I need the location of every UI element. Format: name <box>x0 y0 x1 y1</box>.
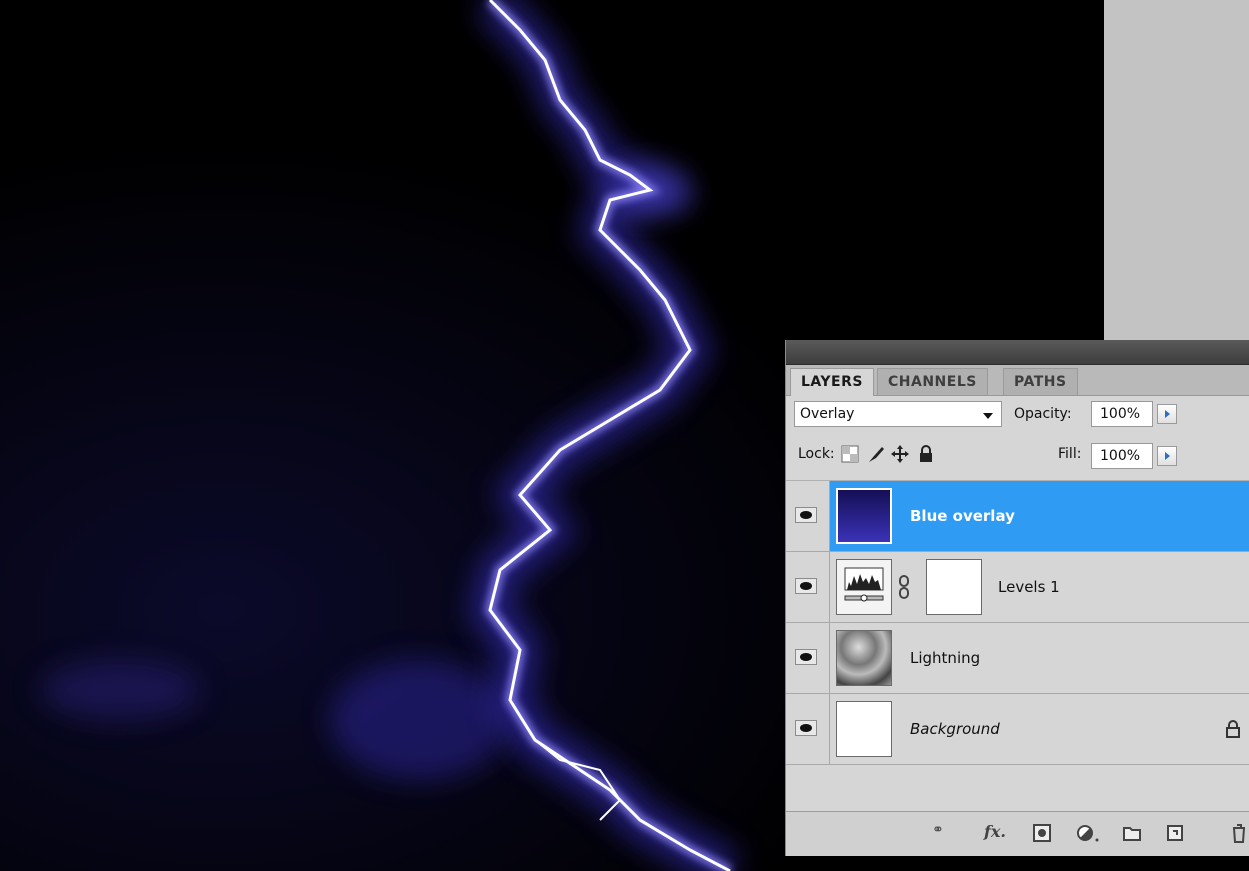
new-group-icon[interactable] <box>1122 822 1142 844</box>
eye-icon[interactable] <box>795 649 817 665</box>
layer-name[interactable]: Blue overlay <box>910 507 1015 525</box>
layer-row-background[interactable]: Background <box>786 694 1249 765</box>
eye-icon[interactable] <box>795 507 817 523</box>
fx-icon[interactable]: fx. <box>984 822 1006 844</box>
blend-mode-value: Overlay <box>800 406 855 422</box>
layer-thumbnail[interactable] <box>836 630 892 686</box>
layer-name[interactable]: Levels 1 <box>998 578 1060 596</box>
lightning-glow <box>40 0 740 871</box>
panel-titlebar[interactable] <box>786 340 1249 365</box>
lock-label: Lock: <box>798 446 835 462</box>
layer-name[interactable]: Background <box>910 720 1000 738</box>
layer-thumbnail[interactable] <box>836 701 892 757</box>
adjustment-layer-icon[interactable] <box>1076 822 1100 844</box>
chevron-down-icon <box>983 413 993 419</box>
fill-label: Fill: <box>1058 446 1082 462</box>
levels-adjustment-icon[interactable] <box>836 559 892 615</box>
add-mask-icon[interactable] <box>1032 822 1052 844</box>
lock-icon <box>1226 720 1240 738</box>
eye-icon[interactable] <box>795 720 817 736</box>
layer-thumbnail[interactable] <box>836 488 892 544</box>
fill-slider-arrow-icon[interactable] <box>1157 446 1177 466</box>
visibility-cell[interactable] <box>786 552 830 622</box>
link-layers-icon[interactable]: ⚭ <box>932 822 944 844</box>
opacity-input[interactable]: 100% <box>1091 401 1153 427</box>
tab-channels[interactable]: CHANNELS <box>877 368 988 395</box>
chain-link-icon[interactable] <box>898 574 910 600</box>
layer-name[interactable]: Lightning <box>910 649 980 667</box>
layer-row-lightning[interactable]: Lightning <box>786 623 1249 694</box>
layers-panel: LAYERS CHANNELS PATHS Overlay Opacity: 1… <box>785 340 1249 856</box>
delete-layer-icon[interactable] <box>1232 822 1246 844</box>
visibility-cell[interactable] <box>786 694 830 764</box>
lock-row: Lock: Fill: 100% <box>786 434 1249 481</box>
layer-row-blue-overlay[interactable]: Blue overlay <box>786 481 1249 552</box>
lock-all-icon[interactable] <box>916 444 936 464</box>
opacity-slider-arrow-icon[interactable] <box>1157 404 1177 424</box>
fill-input[interactable]: 100% <box>1091 443 1153 469</box>
visibility-cell[interactable] <box>786 481 830 551</box>
opacity-label: Opacity: <box>1014 406 1072 422</box>
tab-paths[interactable]: PATHS <box>1003 368 1078 395</box>
visibility-cell[interactable] <box>786 623 830 693</box>
tab-layers[interactable]: LAYERS <box>790 368 874 396</box>
lock-position-icon[interactable] <box>890 444 910 464</box>
new-layer-icon[interactable] <box>1166 822 1184 844</box>
panel-tabbar: LAYERS CHANNELS PATHS <box>786 365 1249 396</box>
layer-row-levels-1[interactable]: Levels 1 <box>786 552 1249 623</box>
layer-mask-thumbnail[interactable] <box>926 559 982 615</box>
panel-footer: ⚭ fx. <box>786 811 1249 856</box>
pasteboard <box>1104 0 1249 345</box>
lock-image-pixels-icon[interactable] <box>866 444 886 464</box>
eye-icon[interactable] <box>795 578 817 594</box>
lock-transparent-pixels-icon[interactable] <box>840 444 860 464</box>
blend-row: Overlay Opacity: 100% <box>786 396 1249 434</box>
blend-mode-select[interactable]: Overlay <box>794 401 1002 427</box>
